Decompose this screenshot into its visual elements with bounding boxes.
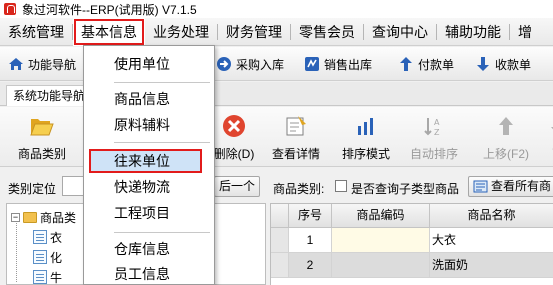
quick-receipt-button[interactable]: 收款单: [475, 53, 531, 75]
quick-nav-button[interactable]: 功能导航: [8, 53, 76, 75]
basic-info-dropdown-menu: 使用单位 商品信息 原料辅料 往来单位 快递物流 工程项目 仓库信息 员工信息: [83, 45, 215, 285]
column-header-name[interactable]: 商品名称: [430, 204, 553, 228]
quick-payment-button[interactable]: 付款单: [398, 53, 454, 75]
tree-item-label: 衣: [50, 230, 63, 245]
menu-finance[interactable]: 财务管理: [218, 18, 290, 46]
svg-text:A: A: [434, 118, 440, 127]
move-up-button-label: 上移(F2): [483, 147, 529, 161]
table-row-name[interactable]: 洗面奶: [430, 253, 553, 278]
tree-item[interactable]: 牛: [33, 268, 62, 285]
auto-sort-button-label: 自动排序: [409, 147, 458, 161]
quick-nav-label: 功能导航: [28, 57, 77, 72]
tree-item-root[interactable]: − 商品类: [11, 208, 76, 226]
document-icon: [33, 230, 47, 244]
menu-item-raw-materials[interactable]: 原料辅料: [84, 113, 214, 137]
tree-item[interactable]: 化: [33, 248, 62, 266]
include-subtypes-checkbox[interactable]: [335, 180, 347, 192]
quick-purchase-in-button[interactable]: 采购入库: [216, 53, 284, 75]
title-bar: 象过河软件--ERP(试用版) V7.1.5: [0, 0, 553, 18]
window-title: 象过河软件--ERP(试用版) V7.1.5: [22, 2, 197, 17]
sort-mode-button-label: 排序模式: [341, 147, 390, 161]
column-header-index[interactable]: 序号: [289, 204, 332, 228]
table-row-code[interactable]: [332, 253, 430, 278]
document-icon: [33, 250, 47, 264]
menu-item-employee-info[interactable]: 员工信息: [84, 262, 214, 285]
view-detail-icon: [283, 113, 309, 139]
view-detail-button[interactable]: 查看详情: [266, 113, 326, 162]
sort-mode-button[interactable]: 排序模式: [336, 113, 396, 162]
category-filter-label: 商品类别:: [273, 182, 325, 196]
quick-payment-label: 付款单: [418, 57, 455, 72]
auto-sort-icon: AZ: [421, 113, 447, 139]
menu-separator: [114, 142, 210, 143]
next-button[interactable]: 后一个: [214, 176, 260, 197]
table-row-name[interactable]: 大衣: [430, 228, 553, 253]
table-row-index[interactable]: 2: [289, 253, 332, 278]
quick-receipt-label: 收款单: [495, 57, 532, 72]
delete-button-label: 删除(D): [213, 147, 255, 161]
quick-purchase-in-label: 采购入库: [236, 57, 285, 72]
menu-basic-info[interactable]: 基本信息: [73, 17, 145, 46]
document-icon: [33, 270, 47, 284]
folder-open-icon: [29, 113, 55, 139]
include-subtypes-label: 是否查询子类型商品: [351, 182, 460, 196]
menu-more[interactable]: 增: [510, 18, 540, 46]
tree-connector: [16, 218, 17, 282]
table-row-code[interactable]: [332, 228, 430, 253]
menu-item-express-logistics[interactable]: 快递物流: [84, 175, 214, 199]
row-header[interactable]: [271, 253, 289, 278]
tree-item[interactable]: 衣: [33, 228, 62, 246]
category-locate-label: 类别定位: [8, 182, 57, 196]
sort-mode-icon: [353, 113, 379, 139]
tree-item-label: 化: [50, 250, 63, 265]
menu-item-warehouse-info[interactable]: 仓库信息: [84, 237, 214, 261]
tree-collapse-toggle[interactable]: −: [11, 212, 20, 222]
app-logo-icon: [4, 3, 16, 15]
view-detail-button-label: 查看详情: [271, 147, 320, 161]
move-up-button[interactable]: 上移(F2): [476, 113, 536, 162]
table-row-index[interactable]: 1: [289, 228, 332, 253]
menu-retail-member[interactable]: 零售会员: [291, 18, 363, 46]
menu-separator: [114, 232, 210, 233]
row-header[interactable]: [271, 228, 289, 253]
view-all-label: 查看所有商: [491, 179, 552, 193]
menu-system[interactable]: 系统管理: [0, 18, 72, 46]
column-header-code[interactable]: 商品编码: [332, 204, 430, 228]
purchase-in-icon: [216, 56, 232, 72]
menu-query-center[interactable]: 查询中心: [364, 18, 436, 46]
payment-icon: [398, 56, 414, 72]
home-icon: [8, 56, 24, 72]
move-down-icon: [545, 113, 553, 139]
view-all-button[interactable]: 查看所有商: [468, 176, 553, 197]
menu-item-contacts[interactable]: 往来单位: [89, 149, 202, 173]
menu-item-projects[interactable]: 工程项目: [84, 201, 214, 225]
delete-icon: [221, 113, 247, 139]
auto-sort-button[interactable]: AZ 自动排序: [404, 113, 464, 162]
sales-out-icon: [304, 56, 320, 72]
menu-business[interactable]: 业务处理: [145, 18, 217, 46]
menu-item-product-info[interactable]: 商品信息: [84, 87, 214, 111]
move-down-button[interactable]: 下: [528, 113, 553, 162]
quick-sales-out-label: 销售出库: [324, 57, 373, 72]
svg-text:Z: Z: [434, 128, 440, 137]
menu-aux-functions[interactable]: 辅助功能: [437, 18, 509, 46]
category-button[interactable]: 商品类别: [12, 113, 72, 162]
quick-sales-out-button[interactable]: 销售出库: [304, 53, 372, 75]
product-grid: 序号 商品编码 商品名称 1 大衣 2 洗面奶: [270, 203, 553, 285]
menu-bar: 系统管理 基本信息 业务处理 财务管理 零售会员 查询中心 辅助功能 增: [0, 17, 553, 46]
tree-item-label: 商品类: [40, 210, 77, 225]
category-button-label: 商品类别: [17, 147, 66, 161]
grid-corner: [271, 204, 289, 228]
view-all-icon: [473, 180, 488, 196]
folder-icon: [23, 211, 37, 223]
menu-item-using-unit[interactable]: 使用单位: [84, 52, 214, 76]
move-up-icon: [493, 113, 519, 139]
menu-separator: [114, 82, 210, 83]
receipt-icon: [475, 56, 491, 72]
tree-item-label: 牛: [50, 270, 63, 285]
